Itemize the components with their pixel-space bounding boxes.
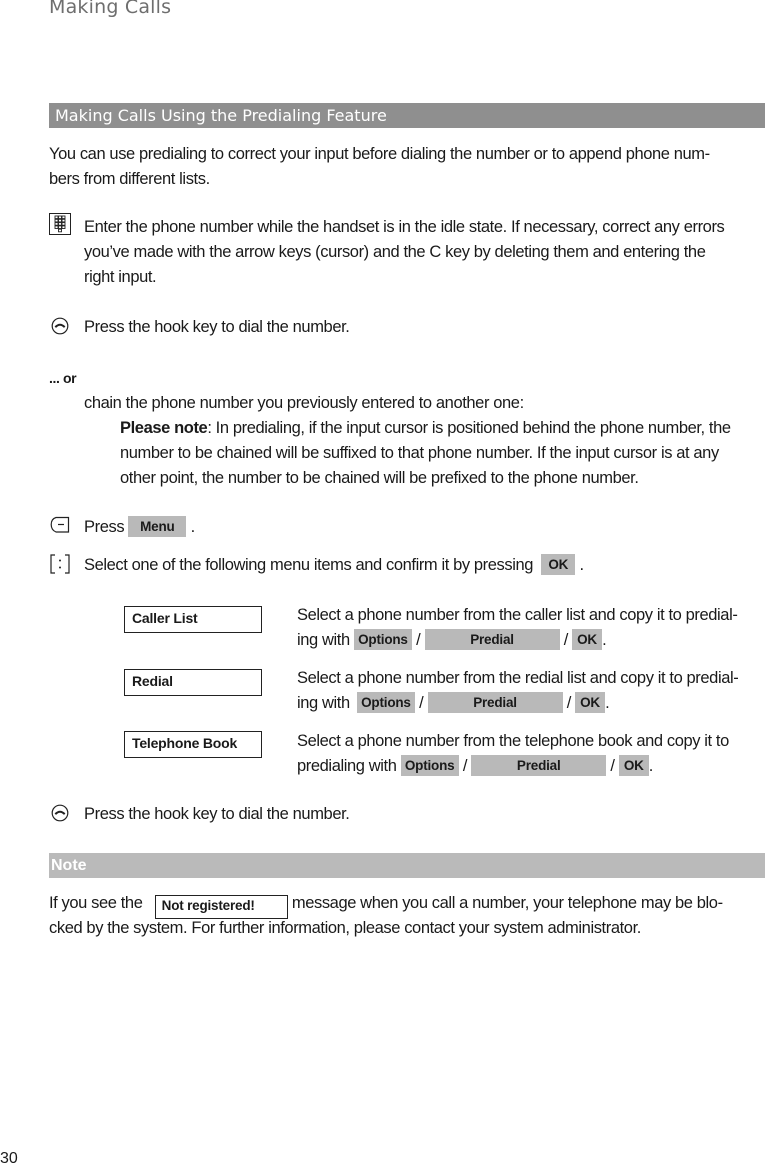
predial-softkey[interactable]: Predial <box>424 629 560 650</box>
please-note-line-3: other point, the number to be chained wi… <box>120 469 639 487</box>
section-heading: Making Calls Using the Predialing Featur… <box>49 103 765 128</box>
redial-prefix: ing with <box>297 694 350 712</box>
page-number: 30 <box>0 1150 18 1167</box>
please-note-line-2: number to be chained will be suffixed to… <box>120 444 719 462</box>
select-item-text: Select one of the following menu items a… <box>84 556 534 574</box>
keypad-icon <box>49 213 71 235</box>
note-line-1: If you see the Not registered! message w… <box>49 891 723 919</box>
menu-item-redial[interactable]: Redial <box>124 669 262 696</box>
please-note-text-1: : In predialing, if the input cursor is … <box>207 419 731 437</box>
menu-item-caller-list[interactable]: Caller List <box>124 606 262 633</box>
caller-list-prefix: ing with <box>297 631 350 649</box>
predial-softkey[interactable]: Predial <box>471 755 607 776</box>
navigation-key-icon <box>50 554 70 574</box>
separator: / <box>563 631 569 649</box>
press-menu-suffix: . <box>190 518 196 536</box>
please-note-line-1: Please note: In predialing, if the input… <box>120 416 731 441</box>
options-softkey[interactable]: Options <box>356 692 415 713</box>
select-item-suffix: . <box>579 556 584 574</box>
caller-list-desc-line-2: ing with Options / Predial / OK. <box>297 628 607 653</box>
predial-softkey[interactable]: Predial <box>427 692 563 713</box>
note-prefix: If you see the <box>49 894 143 912</box>
telephone-book-desc-line-1: Select a phone number from the telephone… <box>297 732 729 750</box>
intro-line-1: You can use predialing to correct your i… <box>49 145 710 163</box>
ok-softkey[interactable]: OK <box>575 692 606 713</box>
caller-list-desc-line-1: Select a phone number from the caller li… <box>297 606 738 624</box>
hook-key-icon <box>51 804 69 822</box>
ok-softkey[interactable]: OK <box>618 755 649 776</box>
enter-number-line-1: Enter the phone number while the handset… <box>84 218 725 236</box>
period: . <box>602 631 607 649</box>
hook-key-instruction-1: Press the hook key to dial the number. <box>84 318 350 336</box>
menu-item-telephone-book[interactable]: Telephone Book <box>124 731 262 758</box>
page-header-title: Making Calls <box>49 0 172 18</box>
telephone-book-prefix: predialing with <box>297 757 397 775</box>
intro-line-2: bers from different lists. <box>49 170 210 188</box>
separator: / <box>416 631 421 649</box>
separator: / <box>566 694 572 712</box>
separator: / <box>610 757 615 775</box>
select-item-step: Select one of the following menu items a… <box>84 553 584 578</box>
press-menu-step: Press Menu . <box>84 515 195 540</box>
separator: / <box>462 757 468 775</box>
menu-softkey[interactable]: Menu <box>128 516 187 537</box>
options-softkey[interactable]: Options <box>353 629 412 650</box>
chain-instruction: chain the phone number you previously en… <box>84 394 524 412</box>
note-heading: Note <box>49 853 765 878</box>
softkey-icon <box>50 516 70 533</box>
separator: / <box>419 694 424 712</box>
period: . <box>648 757 654 775</box>
press-menu-prefix: Press <box>84 518 125 536</box>
telephone-book-desc-line-2: predialing with Options / Predial / OK. <box>297 754 653 779</box>
enter-number-line-3: right input. <box>84 268 157 286</box>
options-softkey[interactable]: Options <box>400 755 459 776</box>
redial-desc-line-1: Select a phone number from the redial li… <box>297 669 739 687</box>
enter-number-line-2: you’ve made with the arrow keys (cursor)… <box>84 243 706 261</box>
ok-softkey[interactable]: OK <box>541 554 576 575</box>
hook-key-instruction-2: Press the hook key to dial the number. <box>84 805 350 823</box>
note-line-2: cked by the system. For further informat… <box>49 919 641 937</box>
ok-softkey[interactable]: OK <box>572 629 603 650</box>
note-line-1-suffix: message when you call a number, your tel… <box>291 894 723 912</box>
period: . <box>605 694 610 712</box>
hook-key-icon <box>51 317 69 335</box>
or-label: ... or <box>49 370 77 386</box>
redial-desc-line-2: ing with Options / Predial / OK. <box>297 691 610 716</box>
please-note-label: Please note <box>120 419 208 437</box>
